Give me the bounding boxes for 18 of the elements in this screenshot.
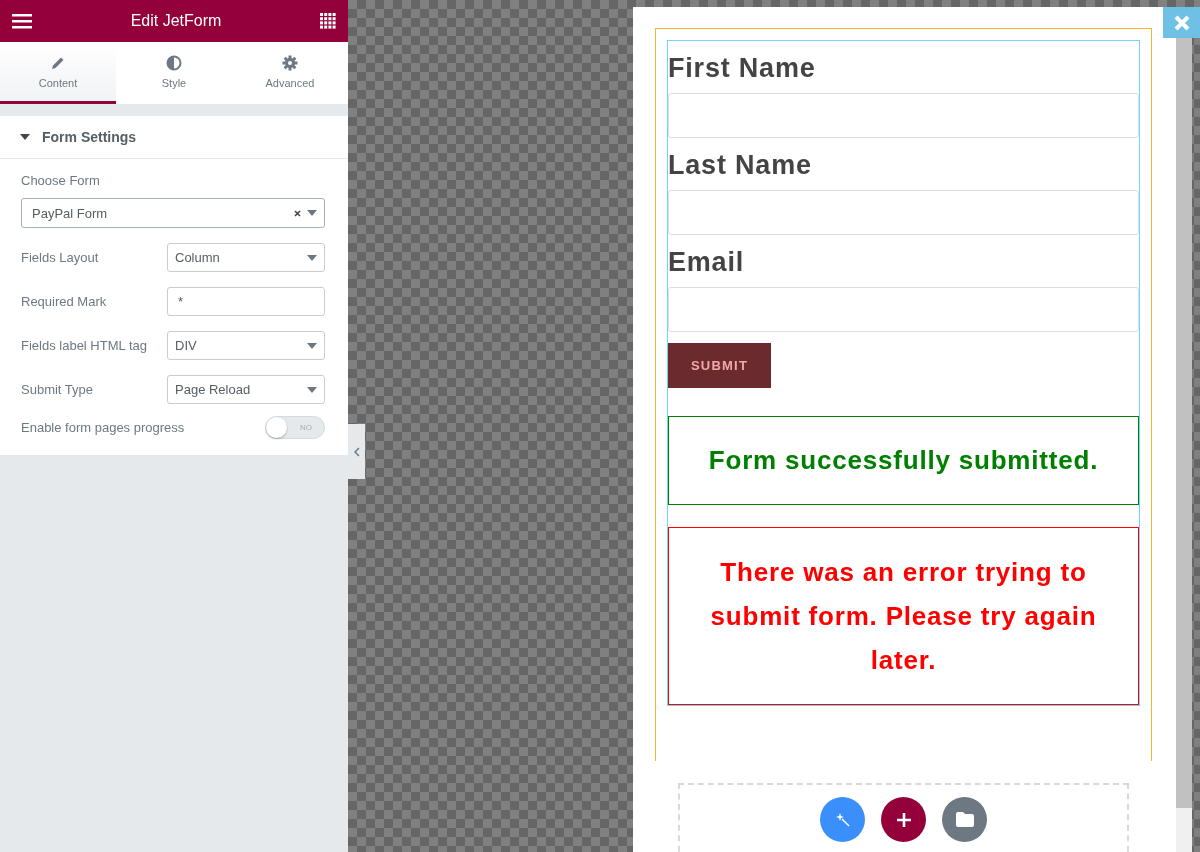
field-label: Last Name bbox=[668, 150, 812, 181]
control-label: Fields label HTML tag bbox=[21, 338, 147, 353]
field-label: First Name bbox=[668, 53, 816, 84]
field-label: Email bbox=[668, 247, 745, 278]
success-message: Form successfully submitted. bbox=[668, 416, 1139, 505]
submit-button[interactable]: SUBMIT bbox=[668, 343, 772, 388]
control-label: Enable form pages progress bbox=[21, 420, 185, 435]
panel-title: Edit JetForm bbox=[129, 12, 223, 30]
control-label: Fields Layout bbox=[21, 250, 99, 265]
control-label: Submit Type bbox=[21, 382, 94, 397]
control-label: Required Mark bbox=[21, 294, 107, 309]
control-label: Choose Form bbox=[21, 173, 101, 188]
form-select[interactable]: PayPal Form bbox=[21, 198, 325, 228]
input-field[interactable]: * bbox=[167, 287, 325, 316]
select-field[interactable]: Column bbox=[167, 243, 325, 272]
error-message: There was an error trying to submit form. Please try again later. bbox=[668, 527, 1139, 705]
select-field[interactable]: DIV bbox=[167, 331, 325, 360]
select-field[interactable]: Page Reload bbox=[167, 375, 325, 404]
